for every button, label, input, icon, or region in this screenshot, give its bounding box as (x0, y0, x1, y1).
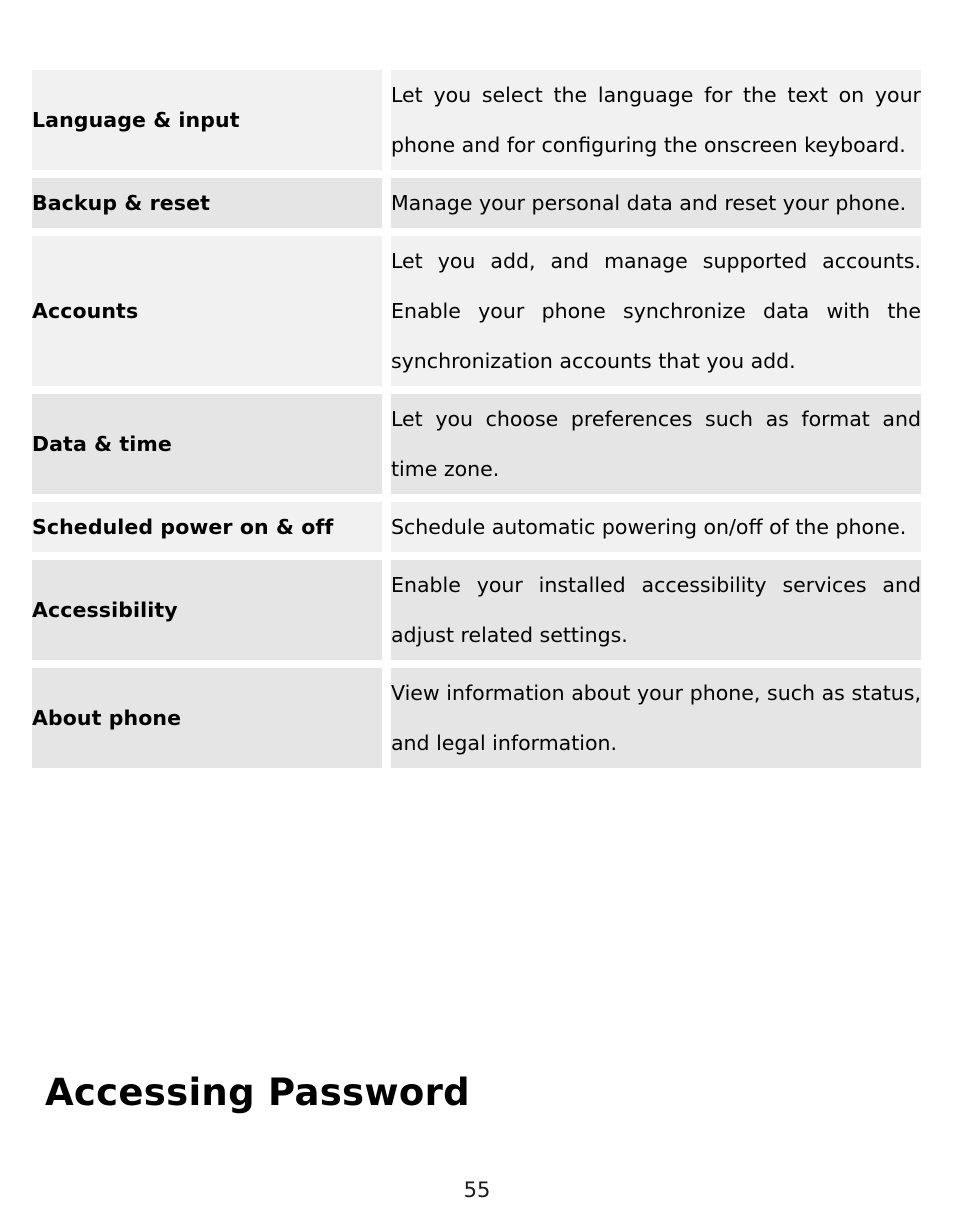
setting-label: Data & time (32, 394, 382, 494)
table-row-gap (32, 228, 921, 236)
table-column-gutter (382, 170, 391, 178)
table-row-gap-cell (32, 170, 382, 178)
table-column-gutter (382, 668, 391, 768)
setting-description: Let you add, and manage supported accoun… (391, 236, 921, 386)
table-row-gap (32, 660, 921, 668)
table-column-gutter (382, 178, 391, 228)
setting-label: Accessibility (32, 560, 382, 660)
table-row-gap-cell (32, 494, 382, 502)
table-row-gap (32, 494, 921, 502)
table-row: Accounts Let you add, and manage supporte… (32, 236, 921, 386)
table-row-gap-cell (391, 552, 921, 560)
settings-table-body: Language & input Let you select the langu… (32, 70, 921, 768)
table-row-gap-cell (32, 386, 382, 394)
table-row-gap-cell (32, 552, 382, 560)
table-row: Backup & reset Manage your personal data … (32, 178, 921, 228)
table-row: Language & input Let you select the langu… (32, 70, 921, 170)
table-column-gutter (382, 236, 391, 386)
table-column-gutter (382, 494, 391, 502)
table-row: Data & time Let you choose preferences su… (32, 394, 921, 494)
setting-description: Let you choose preferences such as forma… (391, 394, 921, 494)
table-column-gutter (382, 502, 391, 552)
table-row: About phone View information about your p… (32, 668, 921, 768)
settings-description-table: Language & input Let you select the langu… (32, 70, 921, 768)
table-column-gutter (382, 394, 391, 494)
table-row-gap-cell (391, 660, 921, 668)
table-row-gap-cell (391, 170, 921, 178)
table-row-gap (32, 170, 921, 178)
setting-description: View information about your phone, such … (391, 668, 921, 768)
table-column-gutter (382, 70, 391, 170)
table-column-gutter (382, 660, 391, 668)
setting-label: About phone (32, 668, 382, 768)
table-row: Accessibility Enable your installed acces… (32, 560, 921, 660)
setting-label: Accounts (32, 236, 382, 386)
table-row-gap-cell (391, 386, 921, 394)
table-column-gutter (382, 560, 391, 660)
page-title: Accessing Password (45, 1071, 470, 1114)
table-row-gap (32, 386, 921, 394)
page-number: 55 (463, 1178, 491, 1202)
setting-label: Language & input (32, 70, 382, 170)
setting-description: Schedule automatic powering on/off of th… (391, 502, 921, 552)
setting-label: Scheduled power on & off (32, 502, 382, 552)
setting-description: Manage your personal data and reset your… (391, 178, 921, 228)
table-column-gutter (382, 552, 391, 560)
document-page: Language & input Let you select the langu… (0, 0, 954, 1227)
table-row-gap (32, 552, 921, 560)
table-row-gap-cell (32, 228, 382, 236)
table-row-gap-cell (391, 228, 921, 236)
table-row-gap-cell (32, 660, 382, 668)
table-row: Scheduled power on & off Schedule automat… (32, 502, 921, 552)
setting-description: Enable your installed accessibility serv… (391, 560, 921, 660)
table-column-gutter (382, 386, 391, 394)
table-column-gutter (382, 228, 391, 236)
table-row-gap-cell (391, 494, 921, 502)
setting-description: Let you select the language for the text… (391, 70, 921, 170)
setting-label: Backup & reset (32, 178, 382, 228)
